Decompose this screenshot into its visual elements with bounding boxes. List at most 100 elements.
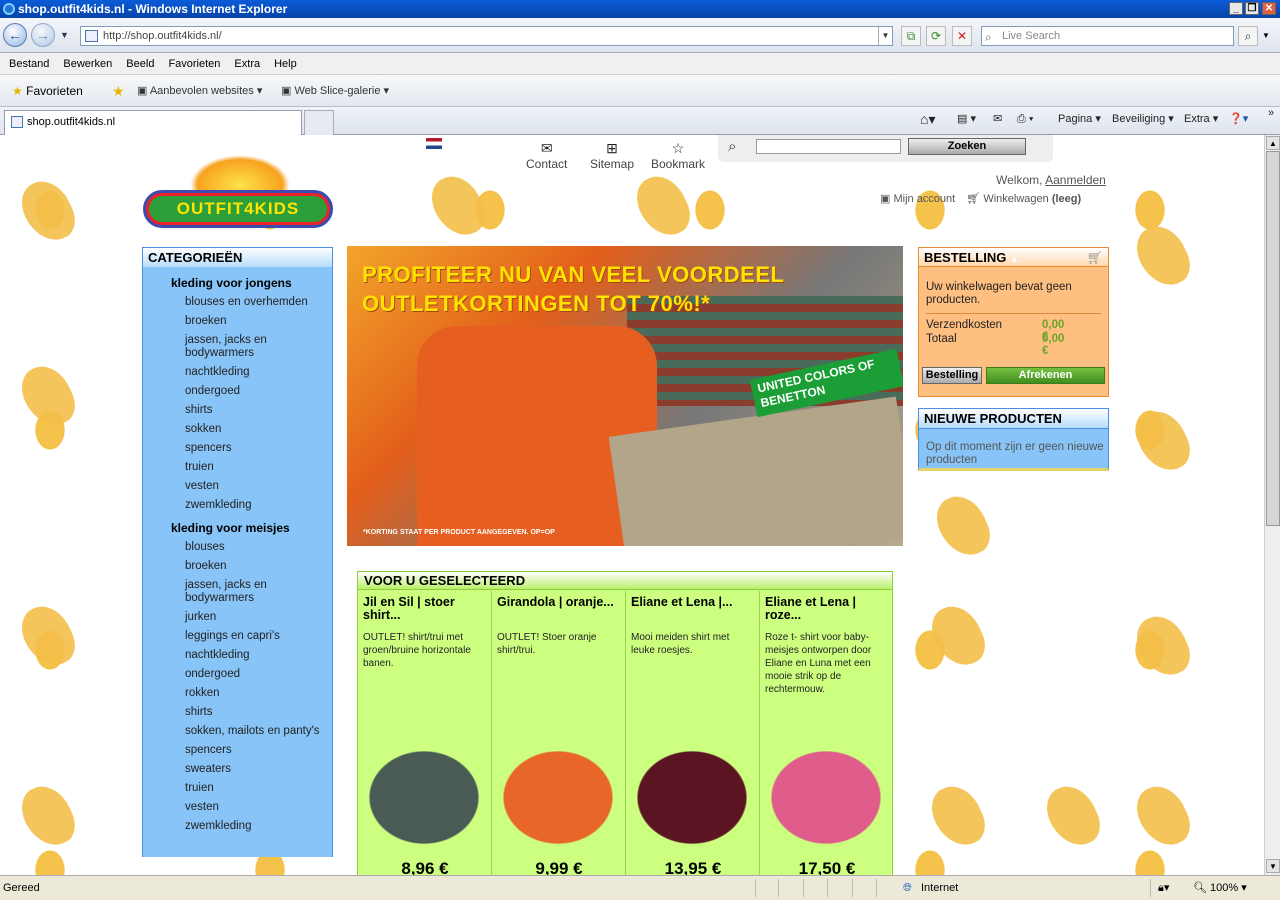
security-menu[interactable]: Beveiliging ▾ (1112, 112, 1174, 126)
home-icon[interactable]: ⌂▾ (920, 112, 935, 126)
menu-favorieten[interactable]: Favorieten (161, 53, 227, 75)
history-dropdown-icon[interactable]: ▼ (60, 30, 69, 40)
subcategory-link[interactable]: rokken (143, 684, 332, 703)
account-link[interactable]: ▣ Mijn account (880, 193, 955, 205)
subcategory-link[interactable]: nachtkleding (143, 363, 332, 382)
bookmark-link[interactable]: ☆ Bookmark (651, 139, 705, 171)
maximize-button[interactable]: ❐ (1245, 2, 1259, 15)
subcategory-link[interactable]: jurken (143, 608, 332, 627)
product-card[interactable]: Girandola | oranje... OUTLET! Stoer oranj… (492, 591, 626, 875)
subcategory-link[interactable]: jassen, jacks en bodywarmers (143, 576, 332, 608)
checkout-button[interactable]: Afrekenen (986, 367, 1105, 384)
new-tab-button[interactable] (304, 110, 334, 135)
subcategory-link[interactable]: vesten (143, 798, 332, 817)
subcategory-link[interactable]: leggings en capri's (143, 627, 332, 646)
close-button[interactable]: ✕ (1262, 2, 1276, 15)
subcategory-link[interactable]: broeken (143, 312, 332, 331)
chevron-right-icon[interactable]: » (1268, 106, 1274, 120)
subcategory-link[interactable]: ondergoed (143, 665, 332, 684)
refresh-button[interactable]: ⟳ (926, 26, 946, 46)
subcategory-link[interactable]: truien (143, 458, 332, 477)
search-button[interactable]: Zoeken (908, 138, 1026, 155)
subcategory-link[interactable]: jassen, jacks en bodywarmers (143, 331, 332, 363)
web-slice-link[interactable]: ▣ Web Slice-galerie ▾ (281, 83, 389, 99)
product-card[interactable]: Eliane et Lena |... Mooi meiden shirt met… (626, 591, 760, 875)
menu-bestand[interactable]: Bestand (0, 53, 56, 75)
shipping-row: Verzendkosten 0,00 € (926, 319, 1064, 343)
favorites-button[interactable]: ★ Favorieten (12, 83, 83, 99)
subcategory-link[interactable]: broeken (143, 557, 332, 576)
subcategory-link[interactable]: zwemkleding (143, 817, 332, 836)
search-options-icon[interactable]: ▼ (1262, 31, 1270, 40)
subcategory-link[interactable]: blouses (143, 538, 332, 557)
tools-menu[interactable]: Extra ▾ (1184, 112, 1218, 126)
scrollbar-thumb[interactable] (1266, 151, 1280, 526)
product-image[interactable] (628, 726, 756, 856)
menu-extra[interactable]: Extra (227, 53, 267, 75)
product-name[interactable]: Jil en Sil | stoer shirt... (363, 596, 488, 622)
menu-help[interactable]: Help (267, 53, 304, 75)
sitemap-icon: ⊞ (606, 140, 618, 156)
site-search-input[interactable] (756, 139, 901, 154)
contact-link[interactable]: ✉ Contact (526, 139, 567, 171)
cart-link[interactable]: 🛒︎ Winkelwagen (leeg) (966, 193, 1081, 205)
back-button[interactable]: ← (3, 23, 27, 47)
search-go-button[interactable]: ⌕ (1238, 26, 1258, 46)
subcategory-link[interactable]: sokken, mailots en panty's (143, 722, 332, 741)
stop-button[interactable]: ✕ (952, 26, 972, 46)
scroll-down-icon[interactable]: ▼ (1266, 859, 1280, 873)
menu-bewerken[interactable]: Bewerken (56, 53, 119, 75)
help-icon[interactable]: ❓▾ (1229, 112, 1248, 126)
suggested-sites-link[interactable]: ▣ Aanbevolen websites ▾ (137, 83, 262, 99)
protected-mode-icon[interactable]: 🔒︎▾ (1158, 876, 1169, 900)
subcategory-link[interactable]: ondergoed (143, 382, 332, 401)
subcategory-link[interactable]: shirts (143, 401, 332, 420)
subcategory-link[interactable]: truien (143, 779, 332, 798)
subcategory-link[interactable]: sokken (143, 420, 332, 439)
order-button[interactable]: Bestelling (922, 367, 982, 384)
product-card[interactable]: Eliane et Lena | roze... Roze t- shirt vo… (760, 591, 894, 875)
subcategory-link[interactable]: zwemkleding (143, 496, 332, 515)
category-boys[interactable]: kleding voor jongens (143, 267, 332, 293)
status-cell (778, 879, 779, 897)
page-menu[interactable]: Pagina ▾ (1058, 112, 1101, 126)
product-card[interactable]: Jil en Sil | stoer shirt... OUTLET! shirt… (358, 591, 492, 875)
account-links: ▣ Mijn account 🛒︎ Winkelwagen (leeg) (880, 192, 1081, 205)
address-dropdown-icon[interactable]: ▼ (878, 27, 892, 45)
tab-current[interactable]: shop.outfit4kids.nl (4, 110, 302, 135)
product-image[interactable] (762, 726, 890, 856)
subcategory-link[interactable]: vesten (143, 477, 332, 496)
print-icon[interactable]: ⎙ ▾ (1017, 112, 1033, 126)
product-name[interactable]: Eliane et Lena | roze... (765, 596, 890, 622)
scroll-up-icon[interactable]: ▲ (1266, 136, 1280, 150)
forward-button[interactable]: → (31, 23, 55, 47)
product-image[interactable] (494, 726, 622, 856)
subcategory-link[interactable]: spencers (143, 439, 332, 458)
product-name[interactable]: Eliane et Lena |... (631, 596, 756, 609)
add-favorite-icon[interactable]: ★ (112, 83, 125, 99)
vertical-scrollbar[interactable]: ▲ ▼ (1264, 135, 1280, 875)
address-input[interactable]: http://shop.outfit4kids.nl/ ▼ (80, 26, 893, 46)
zoom-control[interactable]: 🔍︎ 100% ▾ (1193, 876, 1247, 900)
promo-banner[interactable]: UNITED COLORS OF BENETTON PROFITEER NU V… (347, 246, 903, 546)
category-girls[interactable]: kleding voor meisjes (143, 515, 332, 538)
login-link[interactable]: Aanmelden (1045, 173, 1106, 187)
subcategory-link[interactable]: spencers (143, 741, 332, 760)
subcategory-link[interactable]: sweaters (143, 760, 332, 779)
product-name[interactable]: Girandola | oranje... (497, 596, 622, 609)
caret-up-icon[interactable]: ▲ (1010, 254, 1019, 264)
subcategory-link[interactable]: shirts (143, 703, 332, 722)
product-description: Roze t- shirt voor baby-meisjes ontworpe… (765, 632, 872, 695)
product-image[interactable] (360, 726, 488, 856)
subcategory-link[interactable]: blouses en overhemden (143, 293, 332, 312)
minimize-button[interactable]: _ (1229, 2, 1243, 15)
sitemap-link[interactable]: ⊞ Sitemap (590, 139, 634, 171)
feeds-icon[interactable]: ▤ ▾ (957, 112, 976, 126)
menu-beeld[interactable]: Beeld (119, 53, 161, 75)
site-logo[interactable]: OUTFIT4KIDS (143, 190, 333, 228)
flag-nl-icon[interactable] (426, 138, 442, 149)
compat-view-button[interactable]: ⧉ (901, 26, 921, 46)
live-search-input[interactable]: ⌕ Live Search (981, 26, 1234, 46)
subcategory-link[interactable]: nachtkleding (143, 646, 332, 665)
mail-icon[interactable]: ✉ (993, 112, 1002, 126)
